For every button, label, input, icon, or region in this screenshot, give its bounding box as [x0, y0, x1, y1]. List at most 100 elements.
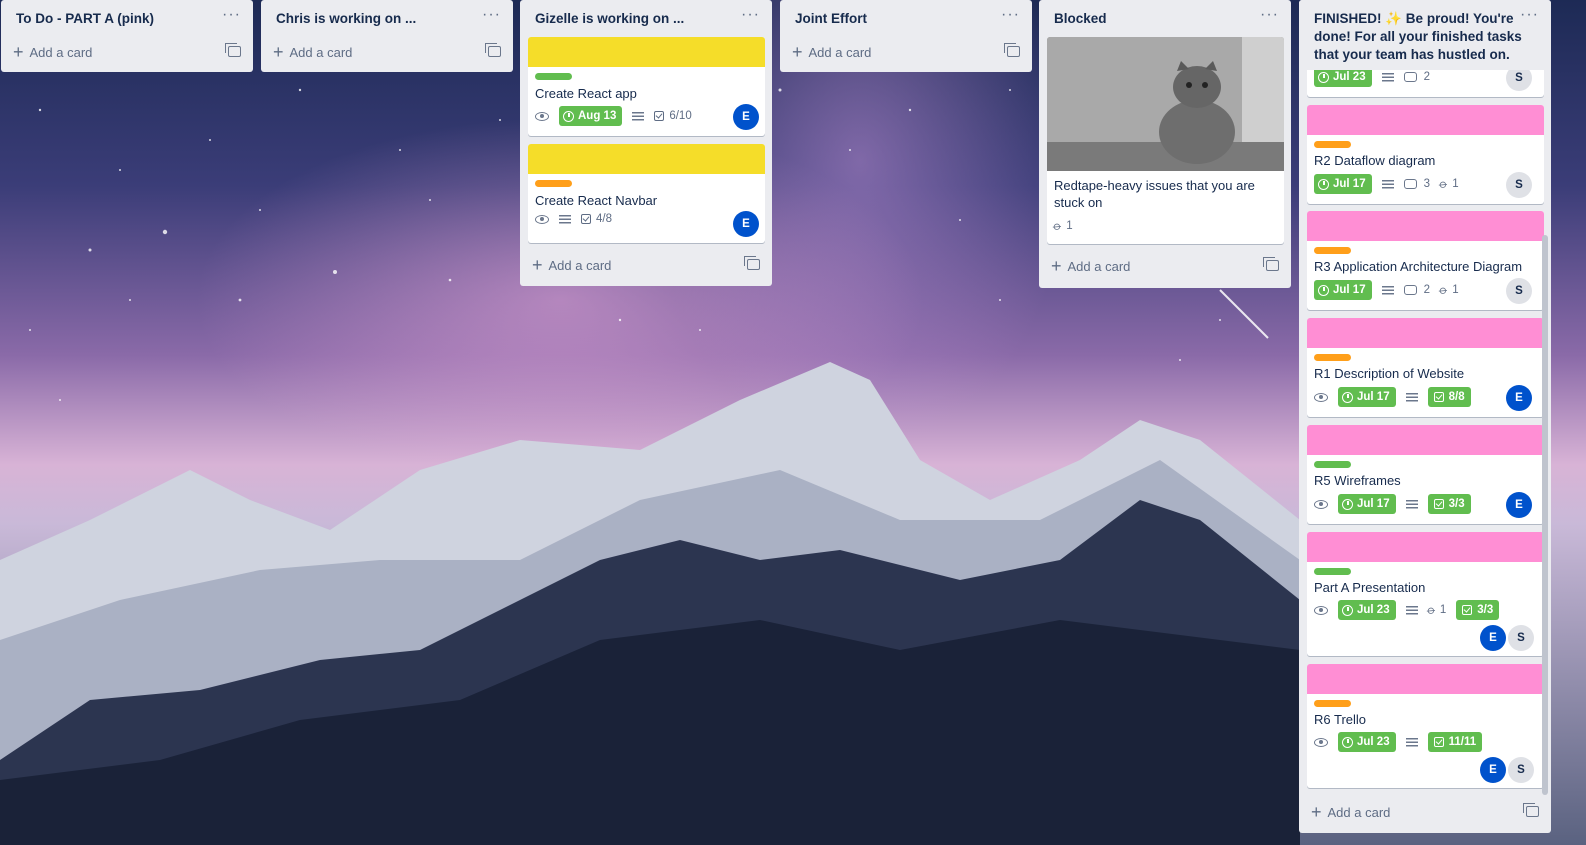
card-template-icon[interactable]: [744, 256, 760, 270]
card-template-icon[interactable]: [485, 43, 501, 57]
list-header: To Do - PART A (pink) ···: [1, 0, 253, 38]
card-template-icon[interactable]: [1263, 257, 1279, 271]
card-title: Part A Presentation: [1314, 580, 1426, 595]
card-redtape-issues[interactable]: Redtape-heavy issues that you are stuck …: [1047, 37, 1284, 244]
card-r5-wireframes[interactable]: R5 Wireframes Jul 17 3/3 E: [1307, 425, 1544, 524]
clock-icon: [1342, 391, 1353, 403]
plus-icon: +: [1311, 802, 1322, 822]
label-orange[interactable]: [535, 180, 572, 187]
paperclip-icon: ⌀: [1436, 282, 1451, 298]
card-template-icon[interactable]: [1523, 803, 1539, 817]
add-card-button[interactable]: + Add a card: [1047, 252, 1283, 280]
comment-badge: 2: [1403, 284, 1430, 296]
card-r3-architecture[interactable]: R3 Application Architecture Diagram Jul …: [1307, 211, 1544, 310]
card-badges: Aug 13 6/10: [535, 106, 692, 126]
card-cover-pink: [1307, 105, 1544, 135]
member-avatar-e[interactable]: E: [1480, 625, 1506, 651]
comment-badge: 3: [1403, 178, 1430, 190]
card-r2-dataflow[interactable]: R2 Dataflow diagram Jul 17 3 ⌀ 1 S: [1307, 105, 1544, 204]
list-title[interactable]: Chris is working on ...: [276, 11, 476, 26]
due-date-text: Jul 23: [1357, 604, 1390, 616]
card-badges: Jul 17 3 ⌀ 1: [1314, 174, 1459, 194]
description-icon: [1381, 179, 1394, 189]
description-icon: [632, 111, 645, 121]
card-r6-trello[interactable]: R6 Trello Jul 23 11/11 E S: [1307, 664, 1544, 788]
member-avatar[interactable]: E: [733, 211, 759, 237]
add-card-button[interactable]: + Add a card: [788, 38, 1024, 66]
checklist-badge: 6/10: [654, 110, 692, 122]
checklist-badge: 3/3: [1427, 494, 1471, 514]
due-date-badge[interactable]: Jul 23: [1338, 600, 1396, 620]
card-template-icon[interactable]: [1004, 43, 1020, 57]
member-avatar[interactable]: E: [1506, 385, 1532, 411]
list-menu-icon[interactable]: ···: [1260, 6, 1279, 24]
member-avatar-e[interactable]: E: [1480, 757, 1506, 783]
due-date-badge[interactable]: Jul 17: [1338, 387, 1396, 407]
list-title[interactable]: Joint Effort: [795, 11, 995, 26]
member-avatar-s[interactable]: S: [1508, 625, 1534, 651]
list-title[interactable]: FINISHED! ✨ Be proud! You're done! For a…: [1314, 10, 1524, 64]
card-badges: ⌀ 1: [1050, 218, 1072, 233]
list-menu-icon[interactable]: ···: [482, 6, 501, 24]
comment-count: 2: [1423, 71, 1431, 83]
plus-icon: +: [273, 42, 284, 62]
paperclip-icon: ⌀: [1423, 602, 1439, 618]
card-title: Redtape-heavy issues that you are stuck …: [1054, 178, 1255, 210]
watch-icon: [535, 214, 549, 224]
due-date-badge[interactable]: Jul 23: [1338, 732, 1396, 752]
watch-icon: [1314, 605, 1328, 615]
label-orange[interactable]: [1314, 354, 1351, 361]
card-create-react-app[interactable]: Create React app Aug 13 6/10 E: [528, 37, 765, 136]
member-avatar-s[interactable]: S: [1508, 757, 1534, 783]
list-header: Blocked ···: [1039, 0, 1291, 38]
due-date-badge[interactable]: Aug 13: [559, 106, 623, 126]
card-r1-description[interactable]: R1 Description of Website Jul 17 8/8 E: [1307, 318, 1544, 417]
label-green[interactable]: [1314, 461, 1351, 468]
label-green[interactable]: [1314, 568, 1351, 575]
list-menu-icon[interactable]: ···: [1001, 6, 1020, 24]
due-date-badge[interactable]: Jul 17: [1314, 174, 1372, 194]
add-card-button[interactable]: + Add a card: [9, 38, 245, 66]
due-date-badge[interactable]: Jul 17: [1314, 280, 1372, 300]
list-title[interactable]: Blocked: [1054, 11, 1254, 26]
add-card-button[interactable]: + Add a card: [528, 251, 764, 279]
member-avatar[interactable]: S: [1506, 172, 1532, 198]
member-avatar[interactable]: E: [1506, 492, 1532, 518]
list-menu-icon[interactable]: ···: [222, 6, 241, 24]
card-title: Create React app: [535, 86, 637, 101]
list-title[interactable]: Gizelle is working on ...: [535, 11, 735, 26]
list-menu-icon[interactable]: ···: [1520, 6, 1539, 24]
comment-icon: [1403, 285, 1417, 295]
label-green[interactable]: [535, 73, 572, 80]
clock-icon: [1342, 736, 1353, 748]
plus-icon: +: [1051, 256, 1062, 276]
list-scrollbar[interactable]: [1542, 235, 1548, 795]
label-orange[interactable]: [1314, 141, 1351, 148]
card-title: R5 Wireframes: [1314, 473, 1401, 488]
label-orange[interactable]: [1314, 247, 1351, 254]
member-avatar[interactable]: S: [1506, 278, 1532, 304]
card-cover-pink: [1307, 211, 1544, 241]
checklist-icon: [1433, 499, 1444, 509]
add-card-label: Add a card: [1067, 258, 1131, 274]
due-date-badge[interactable]: Jul 17: [1338, 494, 1396, 514]
card-title: R1 Description of Website: [1314, 366, 1465, 381]
card-create-react-navbar[interactable]: Create React Navbar 4/8 E: [528, 144, 765, 243]
label-orange[interactable]: [1314, 700, 1351, 707]
card-part-a-presentation[interactable]: Part A Presentation Jul 23 ⌀ 1 3/3 E S: [1307, 532, 1544, 656]
add-card-button[interactable]: + Add a card: [1307, 798, 1543, 826]
card-cover-cat-photo: [1047, 37, 1284, 171]
attachment-badge: ⌀ 1: [1436, 176, 1458, 191]
attachment-badge: ⌀ 1: [1050, 218, 1072, 233]
card-badges: Jul 23 2: [1314, 67, 1430, 87]
member-avatar[interactable]: E: [733, 104, 759, 130]
list-title[interactable]: To Do - PART A (pink): [16, 11, 216, 26]
checklist-count: 3/3: [1448, 498, 1465, 510]
add-card-button[interactable]: + Add a card: [269, 38, 505, 66]
due-date-badge[interactable]: Jul 23: [1314, 67, 1372, 87]
card-cover-pink: [1307, 318, 1544, 348]
list-menu-icon[interactable]: ···: [741, 6, 760, 24]
clock-icon: [1342, 498, 1353, 510]
card-template-icon[interactable]: [225, 43, 241, 57]
attachment-badge: ⌀ 1: [1436, 282, 1458, 297]
